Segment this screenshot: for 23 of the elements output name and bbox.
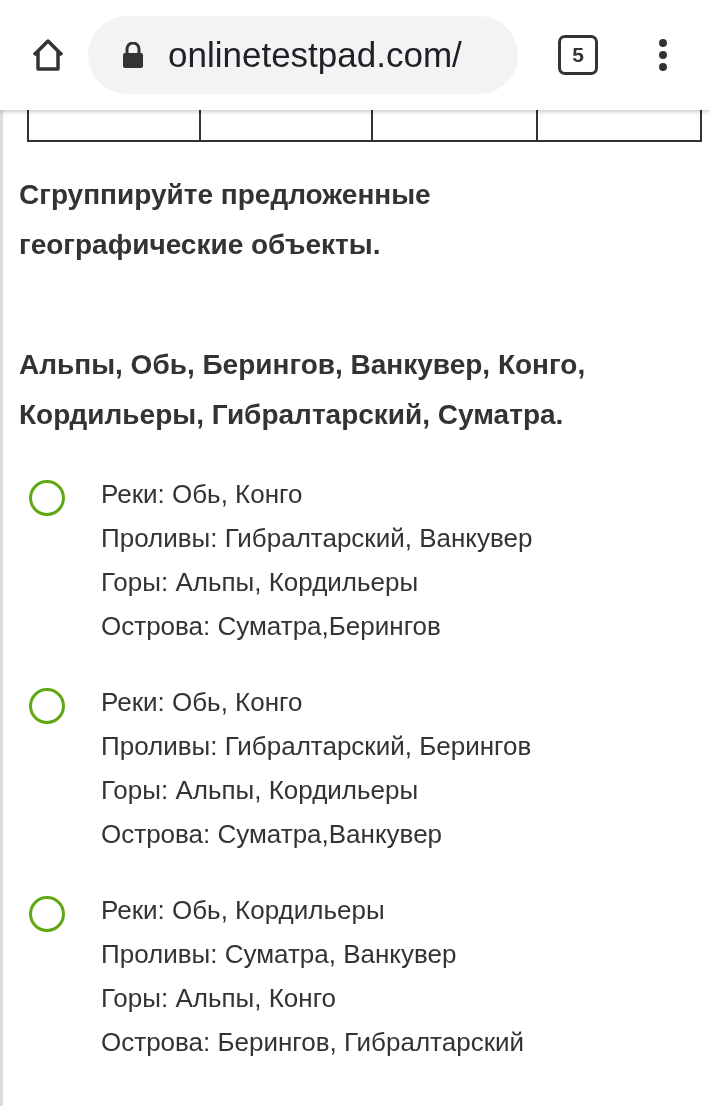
radio-button[interactable] bbox=[29, 896, 65, 932]
option-text: Острова: Берингов, Гибралтарский bbox=[101, 1026, 525, 1059]
radio-button[interactable] bbox=[29, 688, 65, 724]
option-text: Проливы: Гибралтарский, Ванкувер bbox=[101, 522, 533, 555]
home-icon[interactable] bbox=[30, 37, 66, 73]
option-text: Горы: Альпы, Кордильеры bbox=[101, 566, 420, 599]
option-text: Реки: Обь, Конго bbox=[101, 686, 304, 719]
question-items: Альпы, Обь, Берингов, Ванкувер, Конго, Кордильеры, Гибралтарский, Суматра. bbox=[19, 348, 587, 432]
option-text: Реки: Обь, Конго bbox=[101, 478, 304, 511]
url-text: onlinetestpad.com/ bbox=[168, 35, 462, 75]
option-text: Горы: Альпы, Конго bbox=[101, 982, 337, 1015]
option-text: Проливы: Суматра, Ванкувер bbox=[101, 938, 458, 971]
tab-count-button[interactable]: 5 bbox=[558, 35, 598, 75]
menu-icon[interactable] bbox=[658, 38, 668, 72]
option-text: Реки: Обь, Кордильеры bbox=[101, 894, 386, 927]
radio-button[interactable] bbox=[29, 480, 65, 516]
lock-icon bbox=[122, 42, 144, 68]
address-bar[interactable]: onlinetestpad.com/ bbox=[88, 16, 518, 94]
question-prompt: Сгруппируйте предложенные географические объекты. bbox=[19, 178, 432, 262]
option-text: Острова: Суматра,Берингов bbox=[101, 610, 442, 643]
option-text: Горы: Альпы, Кордильеры bbox=[101, 774, 420, 807]
option-text: Острова: Суматра,Ванкувер bbox=[101, 818, 444, 851]
option-text: Проливы: Гибралтарский, Берингов bbox=[101, 730, 532, 763]
